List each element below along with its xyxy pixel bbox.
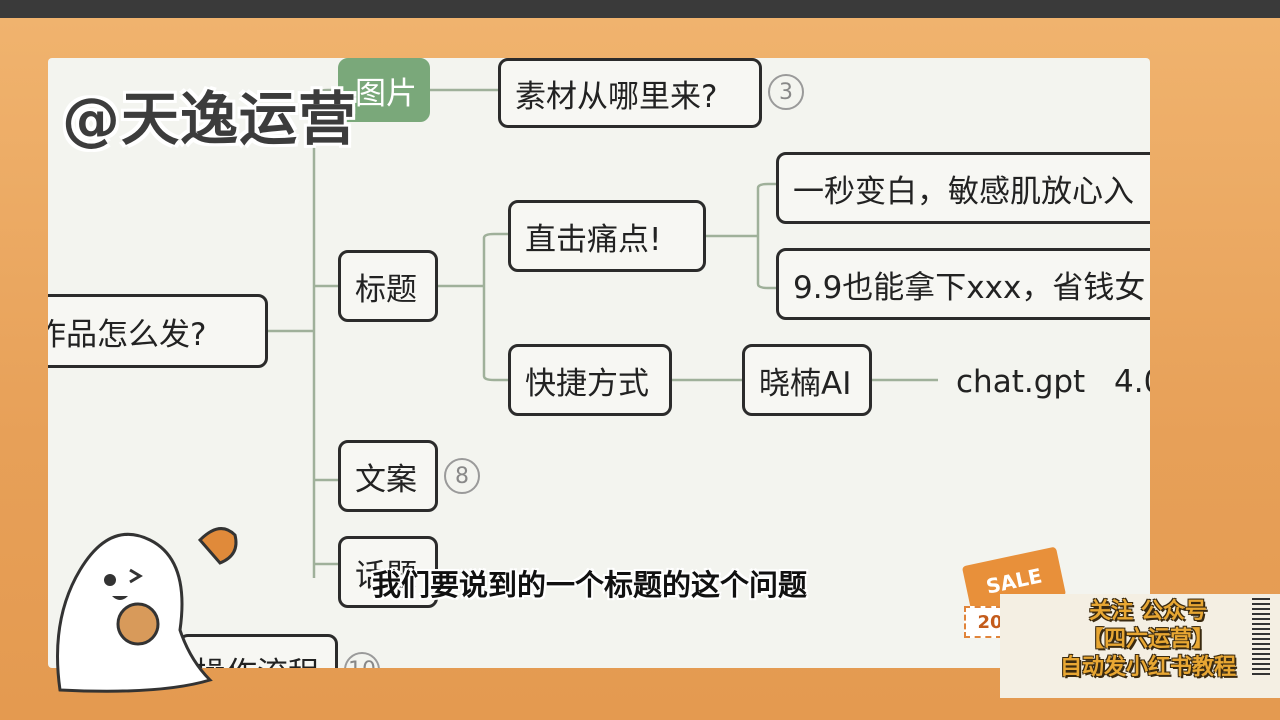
badge-material-count[interactable]: 3 xyxy=(768,74,804,110)
promo-line-3: 自动发小红书教程 xyxy=(1059,655,1236,680)
node-chatgpt[interactable]: chat.gpt xyxy=(956,364,1085,400)
leaf-whitening[interactable]: 一秒变白，敏感肌放心入 xyxy=(776,152,1150,224)
promo-line-2: 【四六运营】 xyxy=(1081,627,1214,652)
promo-line-1: 关注 公众号 xyxy=(1089,599,1207,624)
badge-copywriting-count[interactable]: 8 xyxy=(444,458,480,494)
barcode-icon xyxy=(1252,598,1270,678)
video-subtitle: 我们要说到的一个标题的这个问题 xyxy=(372,568,808,602)
top-bar xyxy=(0,0,1280,18)
root-node[interactable]: 作品怎么发? xyxy=(48,294,268,368)
node-painpoint[interactable]: 直击痛点! xyxy=(508,200,706,272)
leaf-saving[interactable]: 9.9也能拿下xxx，省钱女 xyxy=(776,248,1150,320)
branch-title[interactable]: 标题 xyxy=(338,250,438,322)
ghost-mascot-icon xyxy=(56,527,238,693)
node-chatgpt-version: 4.0 xyxy=(1114,364,1150,400)
promo-text: 关注 公众号 【四六运营】 自动发小红书教程 xyxy=(1048,598,1248,682)
node-shortcut[interactable]: 快捷方式 xyxy=(508,344,672,416)
node-ai-tool[interactable]: 晓楠AI xyxy=(742,344,872,416)
node-material[interactable]: 素材从哪里来? xyxy=(498,58,762,128)
channel-watermark: @天逸运营 xyxy=(62,85,358,153)
branch-copywriting[interactable]: 文案 xyxy=(338,440,438,512)
